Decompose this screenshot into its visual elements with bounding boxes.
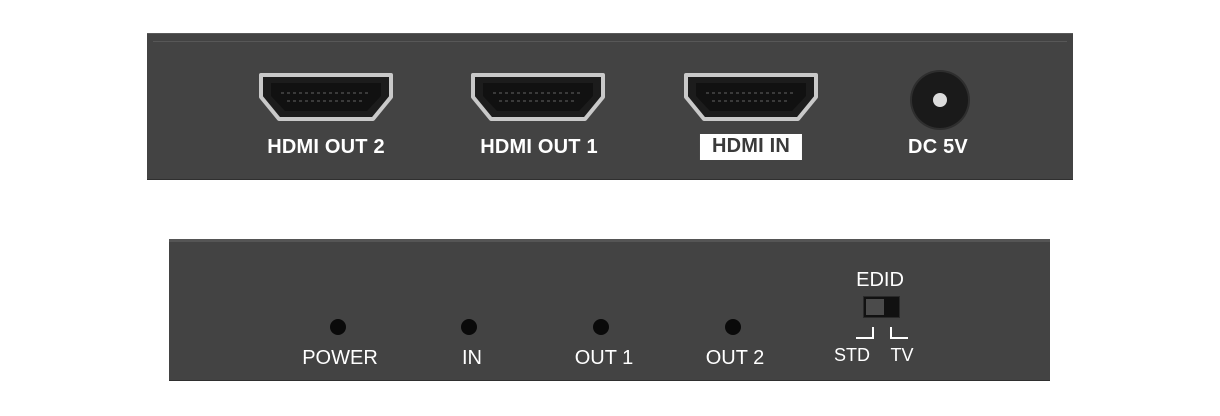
power-led-indicator bbox=[330, 319, 346, 335]
tv-bracket-marker bbox=[890, 327, 908, 339]
hdmi-out-1-label: HDMI OUT 1 bbox=[480, 136, 598, 158]
dc-5v-label: DC 5V bbox=[908, 136, 968, 158]
hdmi-in-port[interactable] bbox=[682, 71, 820, 123]
hdmi-port-icon bbox=[259, 73, 393, 121]
front-panel: POWER IN OUT 1 OUT 2 EDID STD TV bbox=[169, 239, 1050, 381]
hdmi-out-2-port[interactable] bbox=[257, 71, 395, 123]
rear-panel: HDMI OUT 2 HDMI OUT 1 HDMI IN DC 5V bbox=[147, 33, 1073, 180]
edid-toggle-switch[interactable] bbox=[863, 296, 900, 318]
edid-option-std: STD bbox=[834, 345, 870, 365]
power-label: POWER bbox=[302, 347, 378, 369]
hdmi-port-icon bbox=[684, 73, 818, 121]
edid-title: EDID bbox=[856, 269, 904, 291]
hdmi-in-label: HDMI IN bbox=[699, 134, 803, 160]
hdmi-out-1-port[interactable] bbox=[469, 71, 607, 123]
switch-knob[interactable] bbox=[866, 299, 884, 315]
out-1-label: OUT 1 bbox=[574, 347, 634, 369]
in-led-indicator bbox=[461, 319, 477, 335]
out-1-led-indicator bbox=[593, 319, 609, 335]
edid-option-tv: TV bbox=[890, 345, 914, 365]
out-2-led-indicator bbox=[725, 319, 741, 335]
hdmi-out-2-label: HDMI OUT 2 bbox=[267, 136, 385, 158]
out-2-label: OUT 2 bbox=[705, 347, 765, 369]
dc-power-jack[interactable] bbox=[912, 72, 968, 128]
in-label: IN bbox=[462, 347, 482, 369]
hdmi-port-icon bbox=[471, 73, 605, 121]
std-bracket-marker bbox=[856, 327, 874, 339]
